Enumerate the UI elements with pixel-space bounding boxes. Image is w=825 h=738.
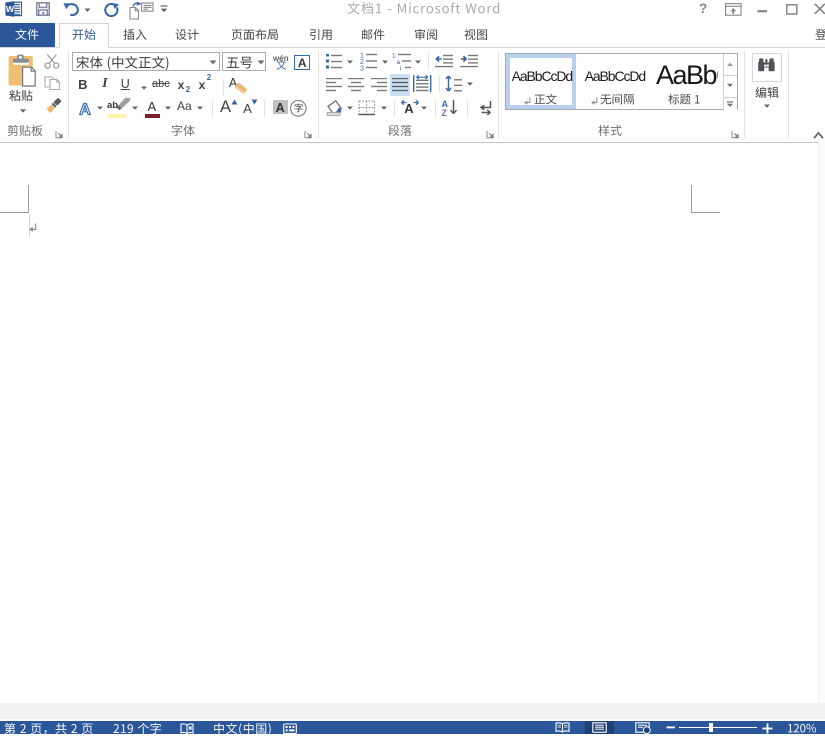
svg-text:Z: Z — [442, 108, 448, 117]
svg-text:W: W — [6, 4, 15, 14]
svg-text:i: i — [400, 66, 401, 72]
svg-text:1: 1 — [392, 53, 396, 60]
svg-text:3: 3 — [360, 66, 364, 72]
svg-text:A: A — [79, 102, 91, 116]
